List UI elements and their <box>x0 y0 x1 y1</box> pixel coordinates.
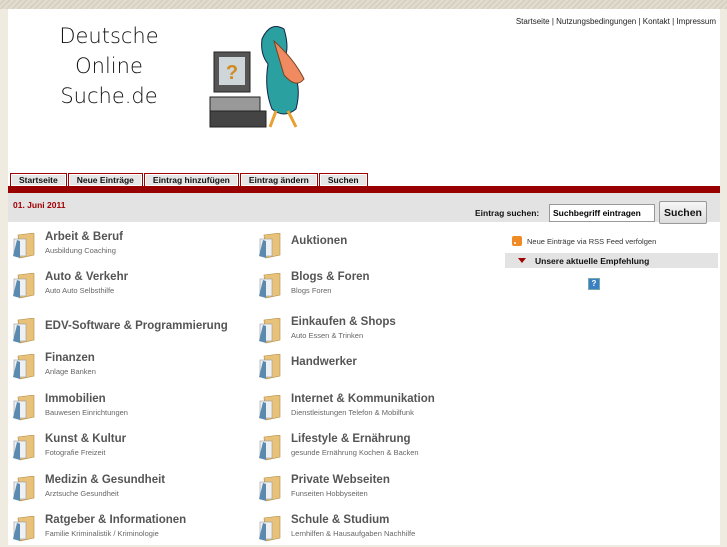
category-item[interactable]: Auto & Verkehr Auto Auto Selbsthilfe <box>12 270 128 299</box>
folder-icon <box>12 272 36 299</box>
tab-neue-eintraege[interactable]: Neue Einträge <box>67 173 143 186</box>
recommendation-label: Unsere aktuelle Empfehlung <box>535 256 650 266</box>
category-title[interactable]: Kunst & Kultur <box>45 432 126 446</box>
folder-icon <box>258 272 282 299</box>
svg-text:?: ? <box>226 62 238 84</box>
category-item[interactable]: Handwerker <box>258 351 357 380</box>
category-subtitle[interactable]: Lernhilfen & Hausaufgaben Nachhilfe <box>291 529 415 538</box>
triangle-down-icon <box>518 258 526 263</box>
category-subtitle[interactable]: Arztsuche Gesundheit <box>45 489 165 498</box>
folder-icon <box>258 515 282 542</box>
folder-icon <box>258 232 282 259</box>
category-title[interactable]: Finanzen <box>45 351 96 365</box>
category-title[interactable]: Immobilien <box>45 392 128 406</box>
search-bar: 01. Juni 2011 Eintrag suchen: Suchen <box>8 193 720 224</box>
page: Deutsche Online Suche.de ? Startseite | … <box>8 9 720 545</box>
recommendation-header[interactable]: Unsere aktuelle Empfehlung <box>505 253 718 268</box>
site-logo[interactable]: Deutsche Online Suche.de <box>24 21 194 111</box>
category-title[interactable]: EDV-Software & Programmierung <box>45 319 228 333</box>
current-date: 01. Juni 2011 <box>13 200 66 210</box>
nav-divider <box>8 186 720 193</box>
category-item[interactable]: Schule & Studium Lernhilfen & Hausaufgabe… <box>258 513 415 542</box>
category-item[interactable]: Kunst & Kultur Fotografie Freizeit <box>12 432 126 461</box>
folder-icon <box>12 317 36 344</box>
rss-link[interactable]: Neue Einträge via RSS Feed verfolgen <box>512 236 656 246</box>
category-subtitle[interactable]: Auto Auto Selbsthilfe <box>45 286 128 295</box>
category-title[interactable]: Private Webseiten <box>291 473 390 487</box>
folder-icon <box>12 434 36 461</box>
category-title[interactable]: Ratgeber & Informationen <box>45 513 186 527</box>
category-subtitle[interactable]: Funseiten Hobbyseiten <box>291 489 390 498</box>
category-item[interactable]: Blogs & Foren Blogs Foren <box>258 270 370 299</box>
category-subtitle[interactable]: Familie Kriminalistik / Kriminologie <box>45 529 186 538</box>
search-input[interactable] <box>549 204 655 222</box>
category-title[interactable]: Blogs & Foren <box>291 270 370 284</box>
category-item[interactable]: Lifestyle & Ernährung gesunde Ernährung K… <box>258 432 419 461</box>
category-item[interactable]: Private Webseiten Funseiten Hobbyseiten <box>258 473 390 502</box>
tab-suchen[interactable]: Suchen <box>318 173 368 186</box>
category-title[interactable]: Arbeit & Beruf <box>45 230 123 244</box>
category-title[interactable]: Medizin & Gesundheit <box>45 473 165 487</box>
folder-icon <box>12 515 36 542</box>
top-links: Startseite | Nutzungsbedingungen | Konta… <box>515 17 716 26</box>
folder-icon <box>258 317 282 344</box>
rss-icon <box>512 236 522 246</box>
toplink-nutzungsbedingungen[interactable]: Nutzungsbedingungen <box>556 17 636 26</box>
dodo-mascot-image: ? <box>209 26 305 128</box>
category-subtitle[interactable]: Ausbildung Coaching <box>45 246 123 255</box>
folder-icon <box>12 353 36 380</box>
category-subtitle[interactable]: Auto Essen & Trinken <box>291 331 396 340</box>
folder-icon <box>258 394 282 421</box>
category-item[interactable]: Finanzen Anlage Banken <box>12 351 96 380</box>
category-title[interactable]: Lifestyle & Ernährung <box>291 432 419 446</box>
rss-label: Neue Einträge via RSS Feed verfolgen <box>527 236 657 246</box>
category-title[interactable]: Handwerker <box>291 355 357 369</box>
category-item[interactable]: Immobilien Bauwesen Einrichtungen <box>12 392 128 421</box>
category-subtitle[interactable]: Blogs Foren <box>291 286 370 295</box>
folder-icon <box>12 394 36 421</box>
folder-icon <box>258 353 282 380</box>
category-title[interactable]: Schule & Studium <box>291 513 415 527</box>
category-title[interactable]: Auto & Verkehr <box>45 270 128 284</box>
tab-eintrag-hinzufuegen[interactable]: Eintrag hinzufügen <box>143 173 239 186</box>
toplink-impressum[interactable]: Impressum <box>676 17 716 26</box>
category-item[interactable]: Medizin & Gesundheit Arztsuche Gesundheit <box>12 473 165 502</box>
category-subtitle[interactable]: gesunde Ernährung Kochen & Backen <box>291 448 419 457</box>
category-subtitle[interactable]: Fotografie Freizeit <box>45 448 126 457</box>
category-subtitle[interactable]: Dienstleistungen Telefon & Mobilfunk <box>291 408 435 417</box>
tab-startseite[interactable]: Startseite <box>10 173 67 186</box>
category-item[interactable]: Internet & Kommunikation Dienstleistungen… <box>258 392 435 421</box>
logo-line2: Online Suche.de <box>60 54 158 108</box>
category-item[interactable]: Ratgeber & Informationen Familie Kriminal… <box>12 513 186 542</box>
search-label: Eintrag suchen: <box>475 208 540 218</box>
main-nav: Startseite Neue Einträge Eintrag hinzufü… <box>10 173 369 186</box>
category-title[interactable]: Auktionen <box>291 234 347 248</box>
category-item[interactable]: Arbeit & Beruf Ausbildung Coaching <box>12 230 123 259</box>
folder-icon <box>12 232 36 259</box>
top-strip <box>0 0 727 9</box>
toplink-startseite[interactable]: Startseite <box>516 17 550 26</box>
category-item[interactable]: EDV-Software & Programmierung <box>12 315 228 344</box>
category-item[interactable]: Einkaufen & Shops Auto Essen & Trinken <box>258 315 396 344</box>
toplink-kontakt[interactable]: Kontakt <box>643 17 670 26</box>
search-button[interactable]: Suchen <box>659 201 707 224</box>
logo-line1: Deutsche <box>59 24 159 48</box>
category-title[interactable]: Internet & Kommunikation <box>291 392 435 406</box>
category-subtitle[interactable]: Anlage Banken <box>45 367 96 376</box>
category-subtitle[interactable]: Bauwesen Einrichtungen <box>45 408 128 417</box>
category-title[interactable]: Einkaufen & Shops <box>291 315 396 329</box>
category-item[interactable]: Auktionen <box>258 230 347 259</box>
folder-icon <box>258 475 282 502</box>
folder-icon <box>258 434 282 461</box>
tab-eintrag-aendern[interactable]: Eintrag ändern <box>239 173 318 186</box>
missing-image-icon[interactable]: ? <box>588 278 600 290</box>
folder-icon <box>12 475 36 502</box>
